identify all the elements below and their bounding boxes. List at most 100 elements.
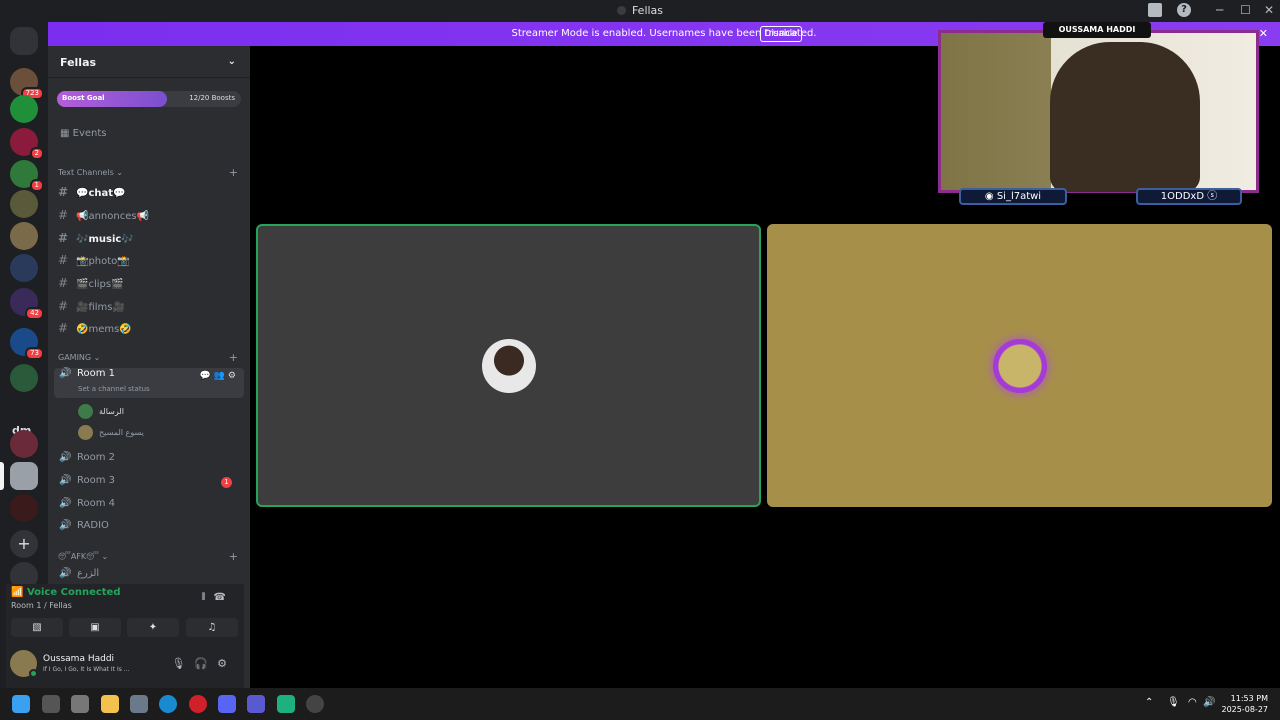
- create-channel-icon[interactable]: +: [229, 351, 238, 364]
- microphone-tray-icon[interactable]: 🎙: [1167, 697, 1180, 708]
- activities-button[interactable]: ✦: [127, 618, 179, 637]
- participant-tile[interactable]: [256, 224, 761, 507]
- channel-item[interactable]: # 🤣mems🤣: [58, 321, 244, 341]
- participant-tile-speaking[interactable]: [767, 224, 1272, 507]
- server-icon[interactable]: [10, 222, 38, 250]
- server-icon[interactable]: [10, 190, 38, 218]
- mention-badge: 2: [29, 147, 44, 160]
- window-title-area: Fellas: [0, 4, 1280, 17]
- help-icon[interactable]: ?: [1177, 3, 1191, 17]
- channel-item[interactable]: # 📸photo📸: [58, 253, 244, 273]
- server-icon[interactable]: [10, 430, 38, 458]
- edge-icon[interactable]: [159, 695, 177, 713]
- close-button[interactable]: ✕: [1264, 3, 1274, 17]
- soundboard-button[interactable]: ♫: [186, 618, 238, 637]
- server-icon[interactable]: 723: [10, 68, 44, 100]
- channel-item[interactable]: # 🎶music🎶: [58, 231, 244, 251]
- voice-channel-room-2[interactable]: 🔊 Room 2: [54, 452, 244, 472]
- volume-icon[interactable]: 🔊: [1203, 697, 1215, 708]
- whatsapp-icon[interactable]: [277, 695, 295, 713]
- server-icon[interactable]: [10, 95, 38, 123]
- voice-channel-room-3[interactable]: 🔊 Room 3 1: [54, 475, 244, 495]
- avatar[interactable]: [10, 650, 38, 678]
- opera-icon[interactable]: [189, 695, 207, 713]
- channel-label: 💬chat💬: [76, 188, 126, 199]
- server-icon[interactable]: [10, 254, 38, 282]
- app-icon[interactable]: [71, 695, 89, 713]
- disconnect-icon[interactable]: ☎: [214, 592, 234, 603]
- server-icon[interactable]: [10, 494, 38, 522]
- app-icon[interactable]: [306, 695, 324, 713]
- channel-item[interactable]: # 💬chat💬: [58, 185, 244, 205]
- user-controls: 🎙🎧⚙: [171, 657, 236, 670]
- category-afk[interactable]: 😴AFK😴 ⌄: [58, 552, 108, 561]
- server-icon[interactable]: 1: [10, 160, 44, 192]
- voice-channel-label: Room 1: [77, 368, 116, 379]
- microphone-icon[interactable]: 🎙: [171, 657, 194, 670]
- inbox-icon[interactable]: [1148, 3, 1162, 17]
- channel-tools[interactable]: 💬👥⚙: [200, 371, 239, 381]
- voice-channel-label: الزرع: [77, 568, 100, 579]
- category-gaming[interactable]: GAMING ⌄: [58, 353, 100, 362]
- server-folder-icon[interactable]: 73: [10, 328, 44, 360]
- channel-label: 🎬clips🎬: [76, 279, 124, 290]
- webcam-overlay: OUSSAMA HADDI ◉ Si_l7atwi 1ODDxD ⓢ: [935, 22, 1262, 206]
- share-screen-button[interactable]: ▣: [69, 618, 121, 637]
- settings-icon[interactable]: [130, 695, 148, 713]
- social-tag-left: ◉ Si_l7atwi: [959, 188, 1067, 205]
- discord-home-icon[interactable]: [10, 27, 38, 55]
- channel-item[interactable]: # 📢annonces📢: [58, 208, 244, 228]
- task-view-icon[interactable]: [42, 695, 60, 713]
- clock[interactable]: 11:53 PM 2025-08-27: [1222, 693, 1269, 715]
- maximize-button[interactable]: ☐: [1240, 3, 1251, 17]
- start-icon[interactable]: [12, 695, 30, 713]
- category-text-channels[interactable]: Text Channels ⌄: [58, 168, 123, 177]
- streamer-name-tag: OUSSAMA HADDI: [1043, 22, 1151, 38]
- channel-status[interactable]: Set a channel status: [78, 385, 150, 393]
- voice-connected-title[interactable]: 📶 Voice Connected: [11, 587, 121, 598]
- create-channel-icon[interactable]: +: [229, 550, 238, 563]
- avatar: [78, 404, 93, 419]
- noise-suppression-icon[interactable]: ⫴: [201, 592, 213, 603]
- file-explorer-icon[interactable]: [101, 695, 119, 713]
- disable-streamer-mode-button[interactable]: Disable: [760, 26, 802, 42]
- voice-panel-actions[interactable]: ⫴☎: [201, 592, 234, 603]
- chevron-up-icon[interactable]: ⌃: [1145, 697, 1153, 708]
- boost-goal-label: Boost Goal: [62, 94, 105, 102]
- avatar: [992, 338, 1047, 393]
- voice-member[interactable]: يسوع المسيح: [78, 425, 144, 440]
- teams-icon[interactable]: [247, 695, 265, 713]
- voice-member[interactable]: الرسالة: [78, 404, 124, 419]
- channel-label: 📸photo📸: [76, 256, 130, 267]
- channel-item[interactable]: # 🎬clips🎬: [58, 276, 244, 296]
- gear-icon[interactable]: ⚙: [217, 657, 236, 670]
- add-server-icon[interactable]: +: [10, 530, 38, 558]
- avatar: [481, 338, 536, 393]
- minimize-button[interactable]: ─: [1216, 3, 1223, 17]
- headphones-icon[interactable]: 🎧: [194, 657, 217, 670]
- category-label: GAMING: [58, 353, 92, 362]
- hash-icon: #: [58, 299, 69, 313]
- channel-item[interactable]: # 🎥films🎥: [58, 299, 244, 319]
- discord-taskbar-icon[interactable]: [218, 695, 236, 713]
- user-custom-status: If I Go, I Go, It Is What It Is ...: [43, 666, 130, 673]
- voice-channel-radio[interactable]: 🔊 RADIO: [54, 520, 244, 540]
- boost-goal-bar[interactable]: Boost Goal 12/20 Boosts: [57, 91, 241, 107]
- user-name[interactable]: Oussama Haddi: [43, 654, 114, 664]
- camera-off-button[interactable]: ▧: [11, 618, 63, 637]
- events-item[interactable]: ▦ Events: [60, 128, 107, 139]
- server-folder-icon[interactable]: 42: [10, 288, 44, 320]
- voice-channel-label: Room 4: [77, 498, 116, 509]
- server-folder-icon[interactable]: [10, 364, 38, 392]
- server-icon[interactable]: 2: [10, 128, 44, 160]
- wifi-icon[interactable]: ◠: [1188, 697, 1197, 708]
- create-channel-icon[interactable]: +: [229, 166, 238, 179]
- clock-time: 11:53 PM: [1230, 694, 1268, 703]
- guild-header[interactable]: Fellas ⌄: [48, 46, 250, 78]
- clock-date: 2025-08-27: [1221, 705, 1269, 714]
- server-icon[interactable]: [10, 462, 38, 490]
- social-tag-label: Si_l7atwi: [996, 191, 1042, 202]
- voice-connected-subtitle[interactable]: Room 1 / Fellas: [11, 601, 72, 610]
- voice-channel-room-1[interactable]: 🔊 Room 1 Set a channel status 💬👥⚙: [54, 368, 244, 398]
- voice-channel-room-4[interactable]: 🔊 Room 4: [54, 498, 244, 518]
